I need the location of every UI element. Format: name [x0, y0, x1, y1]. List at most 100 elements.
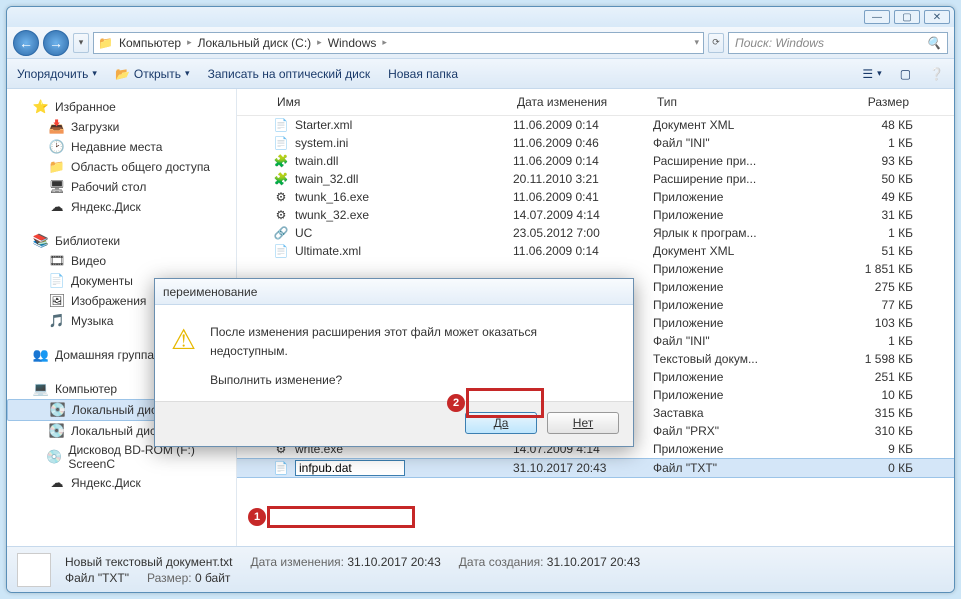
col-size[interactable]: Размер [813, 93, 913, 111]
close-button[interactable]: ✕ [924, 10, 950, 24]
file-size: 50 КБ [813, 172, 913, 186]
file-row[interactable]: 🧩twain_32.dll 20.11.2010 3:21 Расширение… [237, 170, 954, 188]
file-size: 251 КБ [813, 370, 913, 384]
open-button[interactable]: 📂Открыть ▾ [115, 67, 190, 81]
public-icon: 📁 [49, 159, 65, 175]
file-size: 1 КБ [813, 226, 913, 240]
file-size: 77 КБ [813, 298, 913, 312]
preview-button[interactable]: ▢ [900, 67, 911, 81]
sidebar-item[interactable]: 📥Загрузки [7, 117, 236, 137]
file-date: 11.06.2009 0:14 [513, 244, 653, 258]
minimize-button[interactable]: — [864, 10, 890, 24]
file-size: 275 КБ [813, 280, 913, 294]
breadcrumb-seg[interactable]: Локальный диск (C:) [196, 36, 314, 50]
computer-icon: 💻 [33, 381, 49, 397]
refresh-button[interactable]: ⟳ [708, 33, 724, 53]
file-row[interactable]: 📄Ultimate.xml 11.06.2009 0:14 Документ X… [237, 242, 954, 260]
burn-button[interactable]: Записать на оптический диск [208, 67, 371, 81]
status-bar: Новый текстовый документ.txt Дата измене… [7, 546, 954, 592]
no-button[interactable]: Нет [547, 412, 619, 434]
file-size: 51 КБ [813, 244, 913, 258]
file-type: Приложение [653, 442, 813, 456]
file-row[interactable]: Приложение 1 851 КБ [237, 260, 954, 278]
history-dropdown[interactable]: ▾ [73, 33, 89, 53]
col-type[interactable]: Тип [653, 93, 813, 111]
file-size: 310 КБ [813, 424, 913, 438]
file-date: 23.05.2012 7:00 [513, 226, 653, 240]
file-name: twain.dll [295, 154, 338, 168]
sidebar-item[interactable]: 🕑Недавние места [7, 137, 236, 157]
help-button[interactable]: ❔ [929, 67, 944, 81]
back-button[interactable]: ← [13, 30, 39, 56]
toolbar: Упорядочить ▾ 📂Открыть ▾ Записать на опт… [7, 59, 954, 89]
file-icon: 📄 [273, 117, 289, 133]
file-type: Расширение при... [653, 154, 813, 168]
library-icon: 📚 [33, 233, 49, 249]
warning-icon: ⚠ [171, 323, 196, 391]
annotation-marker-2: 2 [466, 388, 544, 418]
file-size: 31 КБ [813, 208, 913, 222]
yadisk-icon: ☁ [49, 475, 65, 491]
addr-dropdown[interactable]: ▾ [694, 37, 699, 48]
yadisk-icon: ☁ [49, 199, 65, 215]
file-icon: 🧩 [273, 153, 289, 169]
file-type: Документ XML [653, 244, 813, 258]
file-row[interactable]: 📄Starter.xml 11.06.2009 0:14 Документ XM… [237, 116, 954, 134]
desktop-icon: 🖥 [49, 179, 65, 195]
sidebar-item[interactable]: 🖥Рабочий стол [7, 177, 236, 197]
file-size: 1 851 КБ [813, 262, 913, 276]
sidebar-item[interactable]: 🎞Видео [7, 251, 236, 271]
file-date: 11.06.2009 0:14 [513, 118, 653, 132]
sidebar-item[interactable]: ☁Яндекс.Диск [7, 197, 236, 217]
file-type: Приложение [653, 370, 813, 384]
address-bar[interactable]: 📁 Компьютер▸ Локальный диск (C:)▸ Window… [93, 32, 704, 54]
column-headers[interactable]: Имя Дата изменения Тип Размер [237, 89, 954, 116]
file-row[interactable]: 🔗UC 23.05.2012 7:00 Ярлык к програм... 1… [237, 224, 954, 242]
view-button[interactable]: ☰ ▾ [862, 67, 881, 81]
file-row[interactable]: 🧩twain.dll 11.06.2009 0:14 Расширение пр… [237, 152, 954, 170]
file-icon: 📄 [273, 460, 289, 476]
file-type: Приложение [653, 316, 813, 330]
maximize-button[interactable]: ▢ [894, 10, 920, 24]
file-icon: ⚙ [273, 207, 289, 223]
star-icon: ⭐ [33, 99, 49, 115]
breadcrumb-seg[interactable]: Компьютер [117, 36, 183, 50]
file-name: twunk_32.exe [295, 208, 369, 222]
status-filename: Новый текстовый документ.txt [65, 555, 233, 569]
file-type: Файл "TXT" [653, 461, 813, 475]
nav-bar: ← → ▾ 📁 Компьютер▸ Локальный диск (C:)▸ … [7, 27, 954, 59]
file-row[interactable]: ⚙twunk_32.exe 14.07.2009 4:14 Приложение… [237, 206, 954, 224]
file-name: system.ini [295, 136, 348, 150]
file-type: Приложение [653, 262, 813, 276]
organize-button[interactable]: Упорядочить ▾ [17, 67, 97, 81]
annotation-marker-1: 1 [267, 506, 415, 528]
rename-input[interactable] [295, 460, 405, 476]
file-size: 315 КБ [813, 406, 913, 420]
forward-button[interactable]: → [43, 30, 69, 56]
file-icon: 📄 [273, 243, 289, 259]
breadcrumb-seg[interactable]: Windows [326, 36, 379, 50]
file-date: 20.11.2010 3:21 [513, 172, 653, 186]
file-type: Файл "PRX" [653, 424, 813, 438]
newfolder-button[interactable]: Новая папка [388, 67, 458, 81]
file-row[interactable]: 📄 31.10.2017 20:43 Файл "TXT" 0 КБ [237, 458, 954, 478]
file-type: Расширение при... [653, 172, 813, 186]
file-row[interactable]: 📄system.ini 11.06.2009 0:46 Файл "INI" 1… [237, 134, 954, 152]
col-name[interactable]: Имя [273, 93, 513, 111]
file-row[interactable]: ⚙twunk_16.exe 11.06.2009 0:41 Приложение… [237, 188, 954, 206]
file-icon: 🧩 [273, 171, 289, 187]
drive-icon: 💽 [50, 402, 66, 418]
dialog-message: После изменения расширения этот файл мож… [210, 323, 617, 361]
sidebar-favorites[interactable]: ⭐Избранное [7, 97, 236, 117]
col-date[interactable]: Дата изменения [513, 93, 653, 111]
titlebar: — ▢ ✕ [7, 7, 954, 27]
sidebar-item[interactable]: ☁Яндекс.Диск [7, 473, 236, 493]
sidebar-item[interactable]: 📁Область общего доступа [7, 157, 236, 177]
file-name: twunk_16.exe [295, 190, 369, 204]
file-type: Приложение [653, 280, 813, 294]
sidebar-libraries[interactable]: 📚Библиотеки [7, 231, 236, 251]
file-size: 0 КБ [813, 461, 913, 475]
file-size: 48 КБ [813, 118, 913, 132]
pictures-icon: 🖼 [49, 293, 65, 309]
search-input[interactable]: Поиск: Windows 🔍 [728, 32, 948, 54]
